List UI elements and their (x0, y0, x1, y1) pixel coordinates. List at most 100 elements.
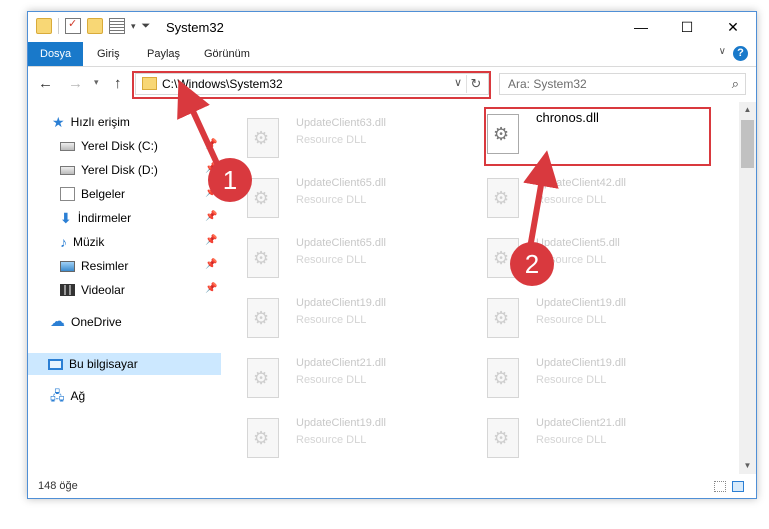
file-item[interactable]: UpdateClient5.dll Resource DLL (461, 234, 661, 282)
search-input[interactable]: Ara: System32 (508, 77, 587, 91)
file-type: Resource DLL (536, 194, 607, 206)
tab-home[interactable]: Giriş (97, 42, 120, 66)
chevron-down-icon: ▾ (94, 77, 99, 87)
sidebar-item-label: Videolar (81, 283, 125, 297)
pin-icon[interactable]: 📌 (205, 187, 217, 198)
sidebar-item-label: Yerel Disk (D:) (81, 163, 158, 177)
drive-icon (60, 141, 75, 151)
properties-icon[interactable] (65, 17, 81, 34)
up-button[interactable]: ↑ (114, 75, 122, 92)
file-name: UpdateClient19.dll (296, 417, 386, 429)
pin-icon[interactable]: 📌 (205, 211, 217, 222)
file-item[interactable]: UpdateClient42.dll Resource DLL (461, 174, 661, 222)
file-type: Resource DLL (296, 434, 367, 446)
file-item[interactable]: UpdateClient19.dll Resource DLL (461, 294, 661, 342)
file-type: Resource DLL (536, 434, 607, 446)
file-item[interactable]: UpdateClient21.dll Resource DLL (461, 414, 661, 462)
sidebar-item-this-pc[interactable]: Bu bilgisayar (28, 353, 221, 375)
pin-icon[interactable]: 📌 (205, 259, 217, 270)
details-view-icon[interactable] (714, 481, 726, 492)
scroll-down-icon[interactable]: ▼ (739, 458, 756, 474)
forward-button[interactable]: → (68, 75, 83, 92)
file-type: Resource DLL (296, 374, 367, 386)
sidebar-item-videos[interactable]: Videolar (60, 279, 125, 301)
file-name: UpdateClient63.dll (296, 117, 386, 129)
pin-icon[interactable]: 📌 (205, 163, 217, 174)
sidebar-item-documents[interactable]: Belgeler (60, 183, 125, 205)
back-button[interactable]: ← (38, 75, 53, 92)
drive-icon (60, 165, 75, 175)
file-name: UpdateClient19.dll (536, 357, 626, 369)
arrow-left-icon: ← (38, 75, 53, 92)
dll-file-icon (247, 358, 279, 398)
file-type: Resource DLL (296, 134, 367, 146)
tab-share[interactable]: Paylaş (147, 42, 180, 66)
expand-ribbon-icon[interactable]: ∨ (719, 46, 726, 57)
sidebar-item-music[interactable]: ♪ Müzik (60, 231, 104, 253)
sidebar-item-label: İndirmeler (77, 211, 132, 225)
pin-icon[interactable]: 📌 (205, 235, 217, 246)
file-item[interactable]: UpdateClient63.dll Resource DLL (221, 114, 421, 162)
file-type: Resource DLL (296, 194, 367, 206)
customize-toolbar-icon[interactable]: ⏷ (142, 20, 151, 33)
dll-file-icon (487, 298, 519, 338)
file-item[interactable]: UpdateClient65.dll Resource DLL (221, 234, 421, 282)
file-item[interactable]: UpdateClient21.dll Resource DLL (221, 354, 421, 402)
file-name: UpdateClient65.dll (296, 177, 386, 189)
cloud-icon: ☁ (50, 313, 65, 330)
videos-icon (60, 284, 75, 296)
new-folder-icon[interactable] (87, 18, 103, 34)
file-item[interactable]: UpdateClient65.dll Resource DLL (221, 174, 421, 222)
close-icon: ✕ (727, 18, 739, 35)
status-bar: 148 öğe (28, 474, 756, 498)
large-icons-view-icon[interactable] (732, 481, 744, 492)
pin-icon[interactable]: 📌 (205, 283, 217, 294)
vertical-scrollbar[interactable]: ▲ ▼ (739, 102, 756, 474)
pictures-icon (60, 260, 75, 272)
toolbar-divider (58, 18, 59, 34)
scroll-up-icon[interactable]: ▲ (739, 102, 756, 118)
sidebar-item-label: Ağ (70, 389, 86, 403)
sidebar-item-local-disk-d[interactable]: Yerel Disk (D:) (60, 159, 158, 181)
sidebar-item-pictures[interactable]: Resimler (60, 255, 128, 277)
star-icon: ★ (52, 114, 65, 130)
chevron-down-icon[interactable]: ▾ (131, 21, 136, 32)
tab-view[interactable]: Görünüm (204, 42, 250, 66)
maximize-button[interactable]: ☐ (664, 12, 710, 42)
file-name: UpdateClient5.dll (536, 237, 620, 249)
window-title: System32 (166, 20, 224, 35)
maximize-icon: ☐ (680, 18, 694, 35)
file-type: Resource DLL (536, 374, 607, 386)
sidebar-item-label: Müzik (73, 235, 105, 249)
dll-file-icon (247, 118, 279, 158)
sidebar-item-downloads[interactable]: ⬇ İndirmeler (60, 207, 131, 229)
dll-file-icon (247, 238, 279, 278)
file-item[interactable]: UpdateClient19.dll Resource DLL (221, 414, 421, 462)
file-item[interactable]: UpdateClient19.dll Resource DLL (221, 294, 421, 342)
close-button[interactable]: ✕ (710, 12, 756, 42)
search-box[interactable]: Ara: System32 ⌕ (499, 73, 746, 95)
sidebar-item-label: Yerel Disk (C:) (81, 139, 158, 153)
sidebar-item-quick-access[interactable]: ★ Hızlı erişim (52, 111, 130, 133)
sidebar-item-local-disk-c[interactable]: Yerel Disk (C:) (60, 135, 158, 157)
view-list-icon[interactable] (109, 18, 125, 34)
scrollbar-thumb[interactable] (741, 120, 754, 168)
dll-file-icon (247, 298, 279, 338)
sidebar-item-onedrive[interactable]: ☁ OneDrive (50, 311, 122, 333)
file-item[interactable]: UpdateClient19.dll Resource DLL (461, 354, 661, 402)
arrow-right-icon: → (68, 75, 83, 92)
ribbon: Dosya Giriş Paylaş Görünüm ∨ ? (28, 42, 756, 67)
sidebar-item-label: Belgeler (81, 187, 126, 201)
item-count: 148 öğe (38, 480, 78, 492)
file-type: Resource DLL (536, 314, 607, 326)
navigation-pane: ★ Hızlı erişim Yerel Disk (C:) 📌 Yerel D… (28, 102, 221, 466)
help-icon[interactable]: ? (733, 46, 748, 61)
sidebar-item-network[interactable]: 🖧 Ağ (50, 385, 85, 407)
folder-icon (36, 18, 52, 34)
tab-file[interactable]: Dosya (28, 42, 84, 66)
dll-file-icon (487, 358, 519, 398)
recent-locations-button[interactable]: ▾ (94, 77, 99, 88)
sidebar-item-label: Bu bilgisayar (69, 357, 138, 371)
minimize-button[interactable]: — (618, 12, 664, 42)
pin-icon[interactable]: 📌 (205, 139, 217, 150)
